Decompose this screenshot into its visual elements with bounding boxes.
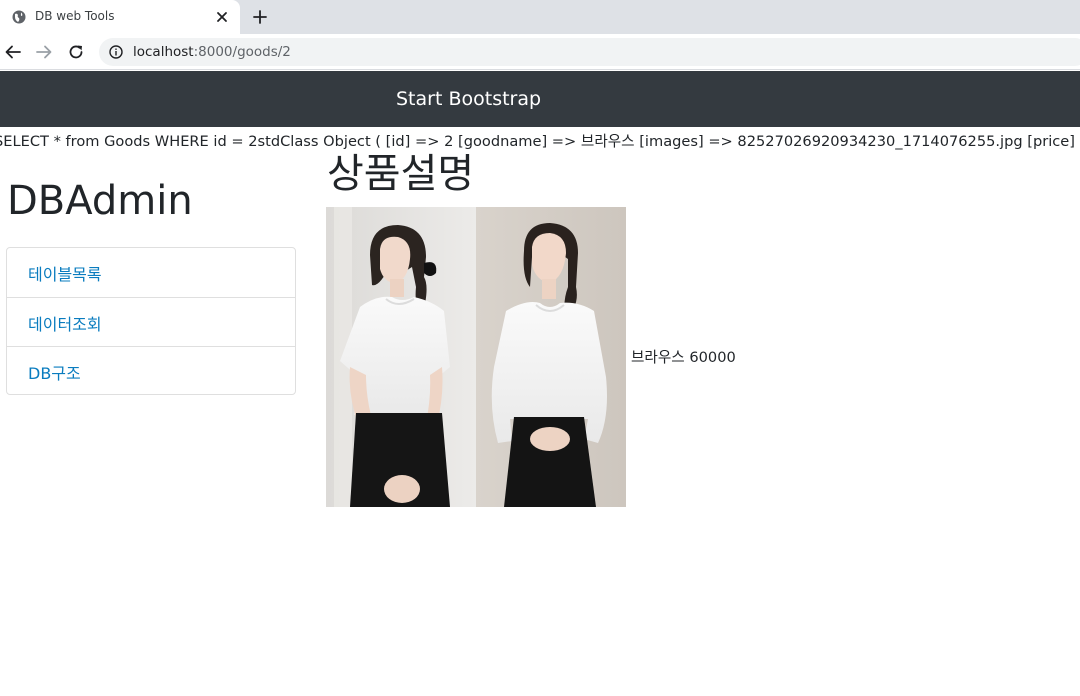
browser-tab[interactable]: DB web Tools xyxy=(0,0,240,34)
sidebar-item-table-list[interactable]: 테이블목록 xyxy=(7,248,295,297)
new-tab-icon[interactable] xyxy=(252,9,268,25)
page-title: 상품설명 xyxy=(327,151,475,197)
sidebar-item-data-query[interactable]: 데이터조회 xyxy=(7,297,295,346)
url-text[interactable]: localhost:8000/goods/2 xyxy=(133,44,291,60)
close-icon[interactable] xyxy=(215,10,229,24)
navbar-brand[interactable]: Start Bootstrap xyxy=(396,88,541,110)
reload-icon[interactable] xyxy=(67,43,85,61)
url-host: localhost xyxy=(133,44,194,60)
address-bar[interactable]: localhost:8000/goods/2 xyxy=(99,38,1080,66)
tab-title: DB web Tools xyxy=(35,9,115,23)
sidebar-item-label[interactable]: DB구조 xyxy=(28,360,81,384)
back-arrow-icon[interactable] xyxy=(4,43,22,61)
product-image xyxy=(326,207,626,507)
sidebar-item-label[interactable]: 테이블목록 xyxy=(28,261,102,285)
forward-arrow-icon[interactable] xyxy=(35,43,53,61)
browser-toolbar: localhost:8000/goods/2 xyxy=(0,34,1080,70)
top-navbar: Start Bootstrap xyxy=(0,71,1080,127)
info-icon[interactable] xyxy=(109,45,123,59)
sidebar-menu: 테이블목록 데이터조회 DB구조 xyxy=(6,247,296,395)
debug-output: SELECT * from Goods WHERE id = 2stdClass… xyxy=(0,130,1080,150)
browser-tab-strip: DB web Tools xyxy=(0,0,1080,34)
debug-text: SELECT * from Goods WHERE id = 2stdClass… xyxy=(0,133,1080,150)
sidebar-title: DBAdmin xyxy=(7,178,193,224)
sidebar-item-label[interactable]: 데이터조회 xyxy=(28,311,102,335)
globe-icon xyxy=(12,10,26,24)
sidebar-item-db-structure[interactable]: DB구조 xyxy=(7,346,295,395)
product-caption: 브라우스 60000 xyxy=(631,349,736,366)
url-path: :8000/goods/2 xyxy=(193,44,291,60)
